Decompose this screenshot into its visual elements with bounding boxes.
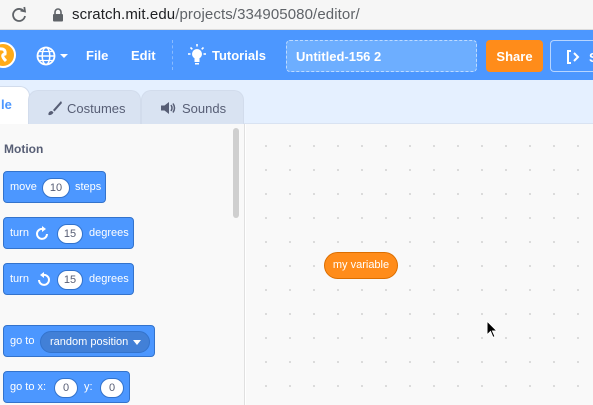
block-palette: Motion move 10 steps turn 15 degrees tur… [0,124,245,405]
tab-code[interactable]: le [0,86,30,124]
tab-sounds-label: Sounds [182,101,227,116]
block-label: degrees [89,273,129,285]
tab-costumes-label: Costumes [67,101,126,116]
block-label: move [10,181,37,193]
url-host: scratch.mit.edu [72,6,176,23]
turn-left-block[interactable]: turn 15 degrees [3,263,134,295]
reload-icon[interactable] [10,6,28,24]
tab-sounds[interactable]: Sounds [141,90,244,124]
category-title: Motion [4,142,44,156]
language-menu-button[interactable] [36,45,70,67]
block-label: go to [10,335,35,347]
block-label: degrees [89,227,129,239]
block-label: turn [10,273,29,285]
block-label: turn [10,227,29,239]
tutorials-label: Tutorials [212,48,266,63]
scratch-menu-bar: File Edit Tutorials Untitled-156 2 Share… [0,30,593,80]
y-input[interactable]: 0 [100,378,124,398]
brush-icon [48,101,62,116]
variable-reporter[interactable]: my variable [324,252,398,279]
file-menu[interactable]: File [86,48,108,63]
globe-icon [36,46,68,66]
project-title-input[interactable]: Untitled-156 2 [286,40,477,72]
scratch-logo-icon[interactable] [0,42,16,68]
block-label: y: [84,381,93,393]
browser-address-bar: scratch.mit.edu/projects/334905080/edito… [0,0,593,30]
see-project-label: S [589,50,593,65]
degrees-input[interactable]: 15 [57,270,83,290]
go-to-xy-block[interactable]: go to x: 0 y: 0 [3,371,130,403]
block-label: go to x: [10,381,47,393]
editor-tab-strip: le Costumes Sounds [0,80,593,124]
menu-divider [172,40,173,70]
dropdown-value: random position [50,336,129,348]
degrees-input[interactable]: 15 [57,224,83,244]
url-field[interactable]: scratch.mit.edu/projects/334905080/edito… [72,6,360,23]
palette-scrollbar[interactable] [233,128,239,218]
move-steps-block[interactable]: move 10 steps [3,171,106,203]
tab-costumes[interactable]: Costumes [28,90,141,124]
mouse-pointer-icon [486,320,499,339]
chevron-down-icon [133,340,141,345]
share-button[interactable]: Share [486,40,543,72]
rotate-clockwise-icon [36,226,48,240]
see-project-icon [567,50,580,64]
see-project-page-button[interactable]: S [550,40,593,72]
tab-code-label: le [1,97,12,112]
turn-right-block[interactable]: turn 15 degrees [3,217,134,249]
url-path: /projects/334905080/editor/ [175,6,360,23]
speaker-icon [161,102,176,114]
block-label: steps [75,181,102,193]
x-input[interactable]: 0 [54,378,78,398]
edit-menu[interactable]: Edit [131,48,156,63]
lightbulb-icon [188,44,206,65]
lock-icon [53,8,63,22]
rotate-counterclockwise-icon [38,272,50,286]
steps-input[interactable]: 10 [42,178,70,198]
go-to-target-dropdown[interactable]: random position [40,331,150,353]
code-workspace[interactable]: my variable [246,124,593,405]
go-to-block[interactable]: go to random position [3,325,155,357]
